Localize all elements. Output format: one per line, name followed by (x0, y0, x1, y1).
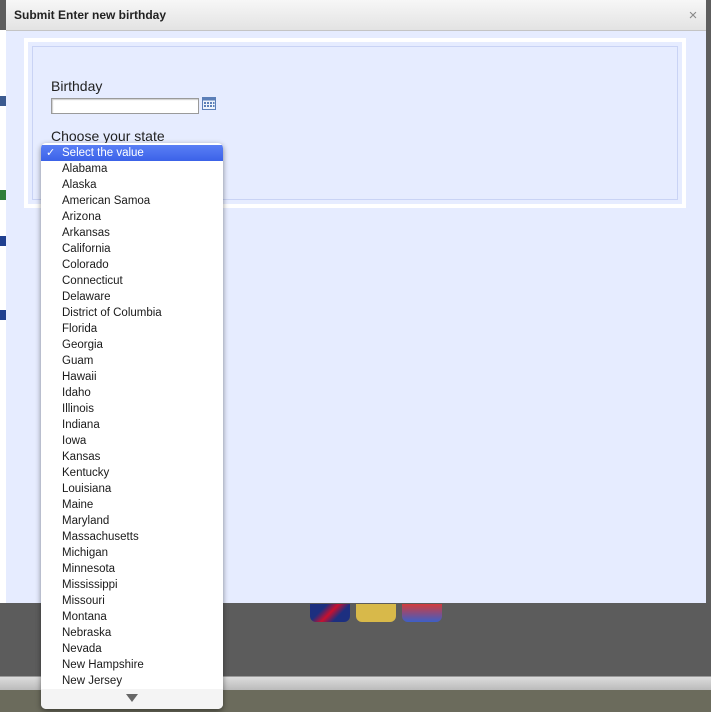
state-option[interactable]: New Hampshire (41, 657, 223, 673)
state-option-label: New Jersey (62, 675, 123, 687)
state-option[interactable]: Colorado (41, 257, 223, 273)
state-option[interactable]: Indiana (41, 417, 223, 433)
state-option-label: Minnesota (62, 563, 116, 575)
state-option-label: Georgia (62, 339, 103, 351)
close-icon[interactable]: × (686, 8, 700, 23)
state-option-label: Kentucky (62, 467, 110, 479)
state-option[interactable]: Delaware (41, 289, 223, 305)
state-option[interactable]: Montana (41, 609, 223, 625)
checkmark-icon: ✓ (46, 147, 56, 159)
state-option-label: Idaho (62, 387, 91, 399)
state-option-label: Montana (62, 611, 107, 623)
state-option[interactable]: Arizona (41, 209, 223, 225)
state-option[interactable]: Hawaii (41, 369, 223, 385)
state-option[interactable]: Maryland (41, 513, 223, 529)
state-option[interactable]: Alabama (41, 161, 223, 177)
state-option[interactable]: New Jersey (41, 673, 223, 689)
state-option-label: Alabama (62, 163, 108, 175)
state-option[interactable]: Mississippi (41, 577, 223, 593)
dialog-title: Submit Enter new birthday (14, 8, 167, 22)
state-option[interactable]: Maine (41, 497, 223, 513)
state-option-label: Select the value (62, 147, 144, 159)
state-option[interactable]: Florida (41, 321, 223, 337)
state-option[interactable]: Idaho (41, 385, 223, 401)
state-option-label: Massachusetts (62, 531, 139, 543)
scroll-down-arrow-icon[interactable] (41, 689, 223, 709)
state-option[interactable]: Alaska (41, 177, 223, 193)
state-option-label: Nebraska (62, 627, 112, 639)
state-dropdown-list[interactable]: ✓ Select the value Alabama Alaska American S… (41, 143, 223, 709)
state-option[interactable]: Louisiana (41, 481, 223, 497)
state-option-label: Colorado (62, 259, 109, 271)
dialog-titlebar[interactable]: Submit Enter new birthday × (6, 0, 706, 31)
state-option[interactable]: Iowa (41, 433, 223, 449)
state-option[interactable]: Georgia (41, 337, 223, 353)
state-option[interactable]: Michigan (41, 545, 223, 561)
state-option-label: Illinois (62, 403, 94, 415)
state-option-label: District of Columbia (62, 307, 162, 319)
birthday-input[interactable] (51, 98, 199, 114)
state-option[interactable]: Nevada (41, 641, 223, 657)
state-label: Choose your state (51, 128, 165, 144)
state-option-label: Kansas (62, 451, 101, 463)
state-option-label: Delaware (62, 291, 111, 303)
state-option[interactable]: Minnesota (41, 561, 223, 577)
state-option-label: Maine (62, 499, 94, 511)
state-option-label: Indiana (62, 419, 100, 431)
state-option-label: Guam (62, 355, 94, 367)
state-option-label: Arizona (62, 211, 101, 223)
state-option[interactable]: Guam (41, 353, 223, 369)
state-option[interactable]: Illinois (41, 401, 223, 417)
state-option[interactable]: Arkansas (41, 225, 223, 241)
state-option-label: Florida (62, 323, 98, 335)
state-option-label: Missouri (62, 595, 105, 607)
birthday-label: Birthday (51, 78, 103, 94)
state-option-label: Nevada (62, 643, 102, 655)
state-option-label: Maryland (62, 515, 110, 527)
state-option[interactable]: American Samoa (41, 193, 223, 209)
state-option-label: Michigan (62, 547, 109, 559)
state-option-label: Alaska (62, 179, 97, 191)
state-option[interactable]: Kentucky (41, 465, 223, 481)
state-option-label: Louisiana (62, 483, 112, 495)
flag-icon (310, 604, 350, 622)
state-option-label: Hawaii (62, 371, 97, 383)
state-option[interactable]: Nebraska (41, 625, 223, 641)
state-option[interactable]: District of Columbia (41, 305, 223, 321)
flag-icon (402, 604, 442, 622)
state-option-label: California (62, 243, 111, 255)
state-option[interactable]: Missouri (41, 593, 223, 609)
state-option-label: Mississippi (62, 579, 118, 591)
state-option-label: New Hampshire (62, 659, 144, 671)
state-option-label: Connecticut (62, 275, 123, 287)
state-option[interactable]: Massachusetts (41, 529, 223, 545)
state-option[interactable]: California (41, 241, 223, 257)
state-option-label: Arkansas (62, 227, 110, 239)
state-option[interactable]: Connecticut (41, 273, 223, 289)
calendar-icon[interactable] (202, 96, 216, 110)
state-option[interactable]: Kansas (41, 449, 223, 465)
state-option-label: American Samoa (62, 195, 151, 207)
state-option-label: Iowa (62, 435, 87, 447)
state-option-selected[interactable]: ✓ Select the value (41, 145, 223, 161)
flag-icon (356, 604, 396, 622)
